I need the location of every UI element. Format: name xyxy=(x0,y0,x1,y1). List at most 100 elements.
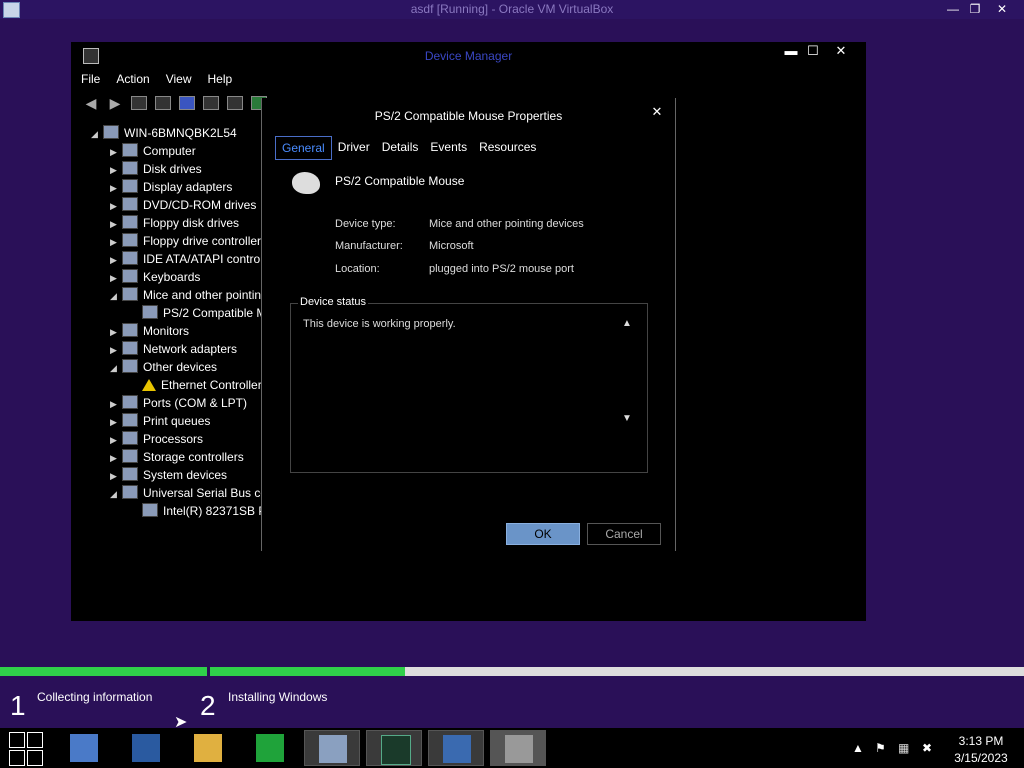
expand-triangle-icon[interactable]: ▶ xyxy=(110,197,122,215)
tray-expand-icon[interactable]: ▲ xyxy=(852,741,864,755)
tab-strip: General Driver Details Events Resources xyxy=(275,136,542,160)
category-icon xyxy=(122,215,138,229)
taskbar-virtualbox[interactable] xyxy=(304,730,360,766)
clock-time[interactable]: 3:13 PM xyxy=(946,734,1016,748)
tree-node-label: System devices xyxy=(143,468,228,482)
tree-category-item[interactable]: ▶ DVD/CD-ROM drives xyxy=(110,196,256,214)
taskbar-sa10[interactable] xyxy=(428,730,484,766)
tree-child-item[interactable]: Intel(R) 82371SB PC xyxy=(142,502,261,520)
back-arrow-icon[interactable]: ◀ xyxy=(83,96,99,110)
tree-category-item[interactable]: ▶ Keyboards xyxy=(110,268,200,286)
tab-resources[interactable]: Resources xyxy=(473,136,542,158)
tree-child-item[interactable]: Ethernet Controller xyxy=(142,376,261,394)
tab-driver[interactable]: Driver xyxy=(332,136,376,158)
collapse-triangle-icon[interactable]: ◢ xyxy=(110,287,122,305)
powershell-icon xyxy=(132,734,160,762)
flag-icon[interactable]: ⚑ xyxy=(875,741,886,755)
collapse-triangle-icon[interactable]: ◢ xyxy=(91,125,103,143)
expand-triangle-icon[interactable]: ▶ xyxy=(110,431,122,449)
expand-triangle-icon[interactable]: ▶ xyxy=(110,233,122,251)
tree-category-item[interactable]: ▶ Disk drives xyxy=(110,160,202,178)
help-icon[interactable] xyxy=(179,96,195,110)
tree-category-item[interactable]: ▶ Print queues xyxy=(110,412,210,430)
tree-category-item[interactable]: ▶ Ports (COM & LPT) xyxy=(110,394,247,412)
taskbar-store[interactable] xyxy=(242,730,298,766)
expand-triangle-icon[interactable]: ▶ xyxy=(110,467,122,485)
clock-date[interactable]: 3/15/2023 xyxy=(946,751,1016,765)
tree-category-item[interactable]: ▶ Monitors xyxy=(110,322,189,340)
tree-category-item[interactable]: ▶ IDE ATA/ATAPI contro xyxy=(110,250,260,268)
category-icon xyxy=(122,449,138,463)
tree-category-item[interactable]: ◢ Mice and other pointin xyxy=(110,286,261,304)
scan-hardware-icon[interactable] xyxy=(227,96,243,110)
expand-triangle-icon[interactable]: ▶ xyxy=(110,269,122,287)
tree-root[interactable]: ◢ WIN-6BMNQBK2L54 xyxy=(91,124,237,142)
tree-category-item[interactable]: ◢ Other devices xyxy=(110,358,217,376)
taskbar-powershell[interactable] xyxy=(118,730,174,766)
taskbar-task-manager[interactable] xyxy=(366,730,422,766)
dm-close-button[interactable]: ✕ xyxy=(830,42,852,60)
step1-number: 1 xyxy=(10,690,26,721)
step1-progress-bar xyxy=(0,667,207,676)
tree-category-item[interactable]: ▶ Floppy disk drives xyxy=(110,214,239,232)
tree-node-label: Ethernet Controller xyxy=(161,378,261,392)
expand-triangle-icon[interactable]: ▶ xyxy=(110,449,122,467)
expand-triangle-icon[interactable]: ▶ xyxy=(110,143,122,161)
collapse-triangle-icon[interactable]: ◢ xyxy=(110,359,122,377)
tree-category-item[interactable]: ▶ Computer xyxy=(110,142,196,160)
expand-triangle-icon[interactable]: ▶ xyxy=(110,395,122,413)
category-icon xyxy=(122,179,138,193)
view-icon[interactable] xyxy=(203,96,219,110)
menu-file[interactable]: File xyxy=(81,72,100,90)
tree-child-item[interactable]: USB Root Hub xyxy=(142,520,240,522)
expand-triangle-icon[interactable]: ▶ xyxy=(110,161,122,179)
taskbar-file-explorer[interactable] xyxy=(180,730,236,766)
expand-triangle-icon[interactable]: ▶ xyxy=(110,251,122,269)
taskbar-device-manager[interactable] xyxy=(490,730,546,766)
expand-triangle-icon[interactable]: ▶ xyxy=(110,341,122,359)
device-status-legend: Device status xyxy=(298,296,369,308)
dm-maximize-button[interactable]: ☐ xyxy=(802,42,824,60)
tree-node-label: Floppy disk drives xyxy=(143,216,240,230)
expand-triangle-icon[interactable]: ▶ xyxy=(110,323,122,341)
menu-bar: File Action View Help xyxy=(81,72,232,90)
list-icon[interactable] xyxy=(155,96,171,110)
tree-node-label: Disk drives xyxy=(143,162,202,176)
dialog-close-button[interactable]: ✕ xyxy=(648,104,666,122)
expand-triangle-icon[interactable]: ▶ xyxy=(110,215,122,233)
taskbar-server-manager[interactable] xyxy=(56,730,112,766)
start-tile-icon xyxy=(9,732,25,748)
expand-triangle-icon[interactable]: ▶ xyxy=(110,179,122,197)
ok-button[interactable]: OK xyxy=(506,523,580,545)
scroll-up-icon[interactable]: ▲ xyxy=(622,318,632,329)
tree-category-item[interactable]: ◢ Universal Serial Bus co xyxy=(110,484,261,502)
start-button[interactable] xyxy=(9,732,43,766)
tree-category-item[interactable]: ▶ Floppy drive controller xyxy=(110,232,261,250)
network-icon[interactable]: ▦ xyxy=(898,741,909,755)
properties-icon[interactable] xyxy=(131,96,147,110)
menu-view[interactable]: View xyxy=(166,72,192,90)
vbox-close-button[interactable]: ✕ xyxy=(993,1,1011,17)
tab-events[interactable]: Events xyxy=(424,136,473,158)
tree-category-item[interactable]: ▶ Processors xyxy=(110,430,203,448)
tree-category-item[interactable]: ▶ Display adapters xyxy=(110,178,232,196)
tree-node-label: Network adapters xyxy=(143,342,238,356)
tree-category-item[interactable]: ▶ Network adapters xyxy=(110,340,237,358)
menu-help[interactable]: Help xyxy=(208,72,233,90)
tab-details[interactable]: Details xyxy=(376,136,425,158)
tree-category-item[interactable]: ▶ Storage controllers xyxy=(110,448,244,466)
speaker-muted-icon[interactable]: ✖ xyxy=(922,741,932,755)
dm-minimize-button[interactable]: ▬ xyxy=(780,42,802,60)
cancel-button[interactable]: Cancel xyxy=(587,523,661,545)
tree-child-item[interactable]: PS/2 Compatible M xyxy=(142,304,261,322)
computer-icon xyxy=(103,125,119,139)
tree-category-item[interactable]: ▶ System devices xyxy=(110,466,227,484)
forward-arrow-icon[interactable]: ▶ xyxy=(107,96,123,110)
expand-triangle-icon[interactable]: ▶ xyxy=(110,413,122,431)
tab-general[interactable]: General xyxy=(275,136,332,160)
vbox-restore-button[interactable]: ❐ xyxy=(966,1,984,17)
collapse-triangle-icon[interactable]: ◢ xyxy=(110,485,122,503)
menu-action[interactable]: Action xyxy=(116,72,149,90)
scroll-down-icon[interactable]: ▼ xyxy=(622,413,632,424)
vbox-minimize-button[interactable]: — xyxy=(944,1,962,17)
